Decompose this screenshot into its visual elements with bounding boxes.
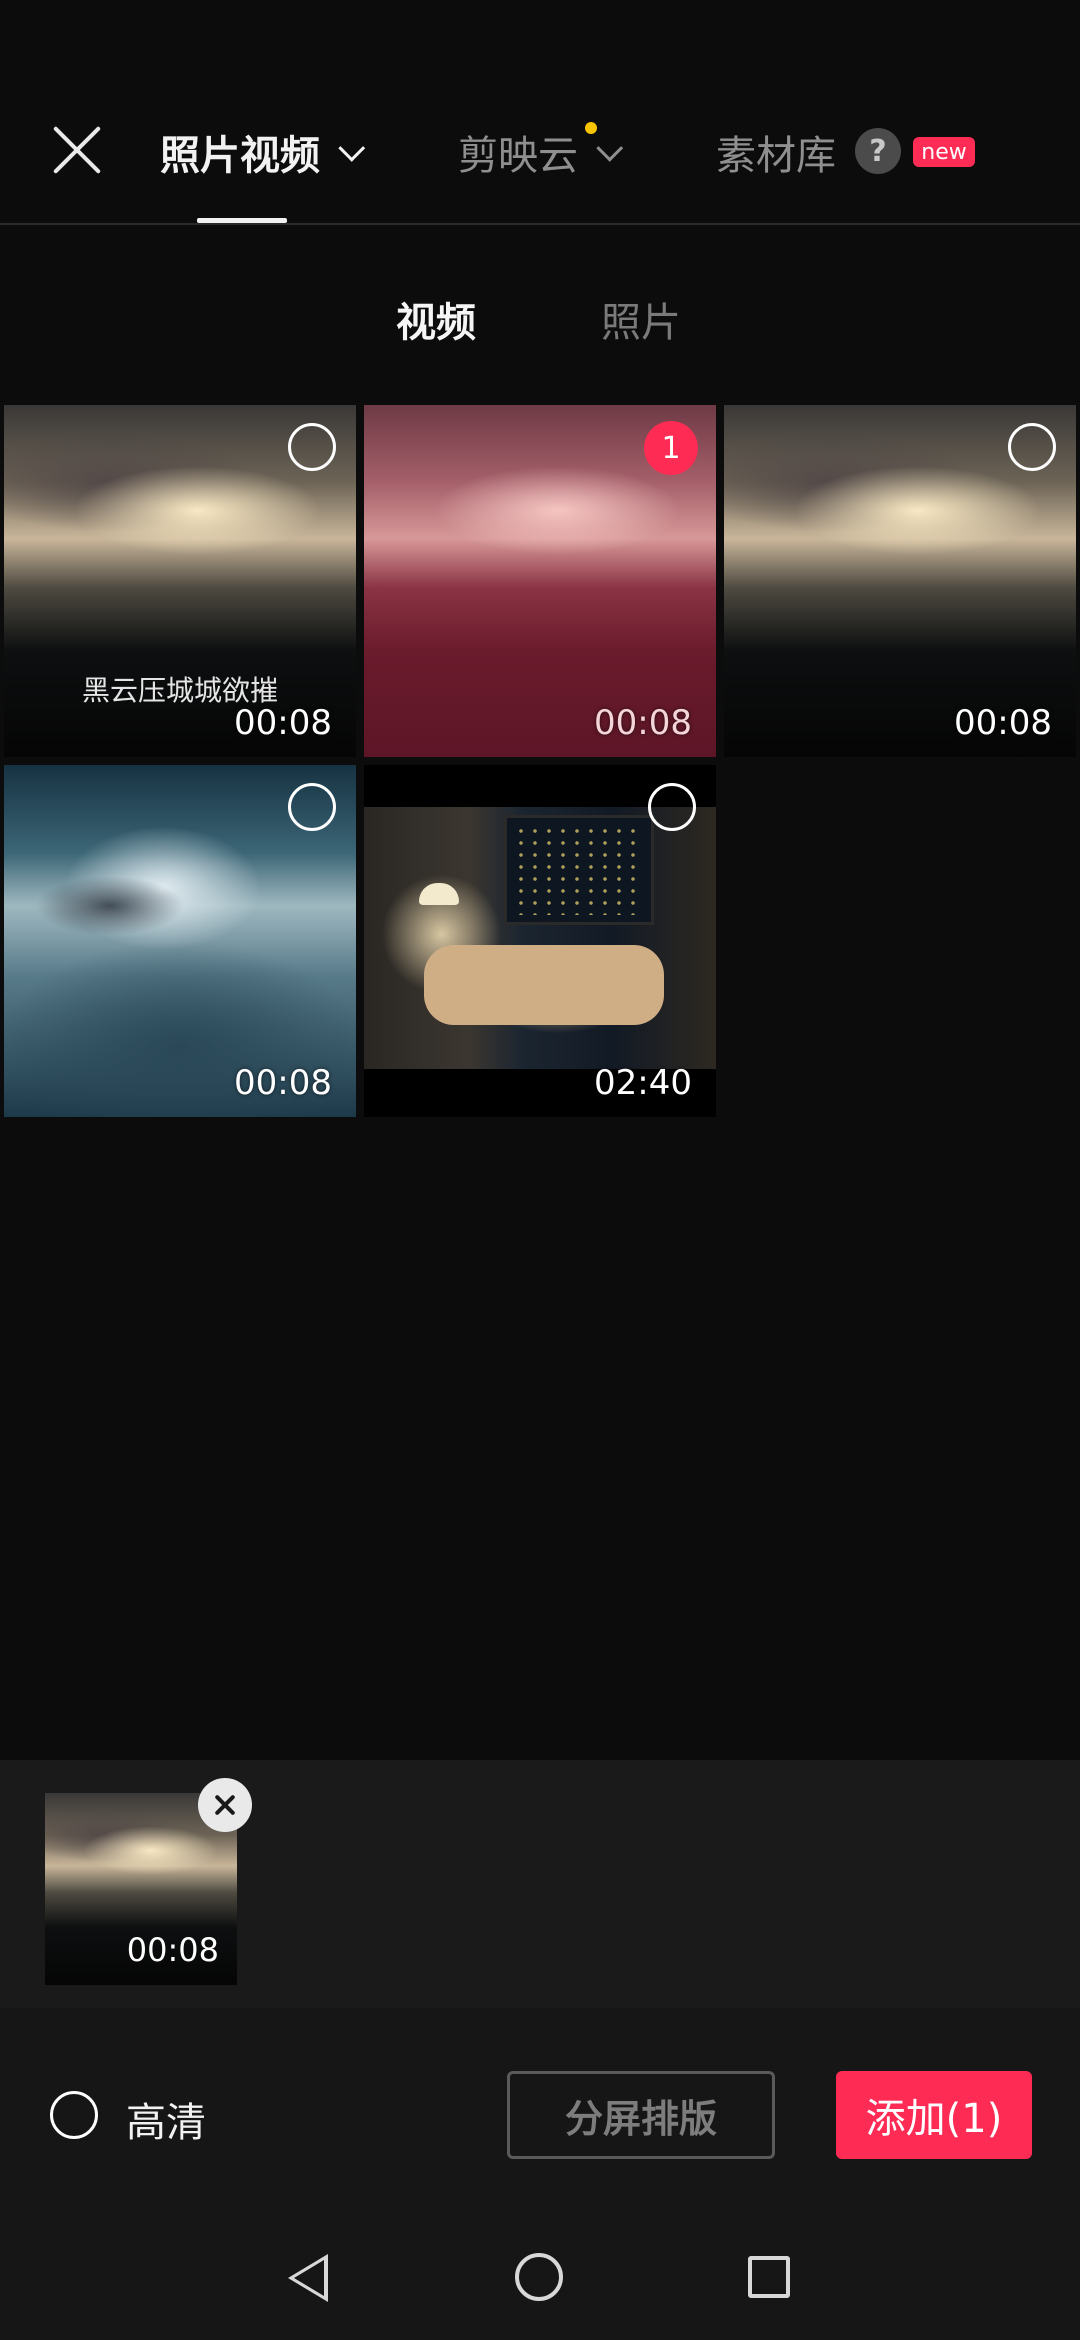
- new-badge: new: [913, 137, 975, 167]
- duration-label: 00:08: [954, 703, 1052, 743]
- tab-label: 素材库: [716, 133, 836, 179]
- select-circle-icon[interactable]: [648, 783, 696, 831]
- room-window-image: [504, 815, 654, 925]
- hd-label[interactable]: 高清: [126, 2090, 206, 2148]
- recents-icon[interactable]: [748, 2256, 790, 2298]
- notification-dot: [585, 122, 597, 134]
- tab-label: 照片视频: [160, 133, 320, 179]
- select-circle-icon[interactable]: [288, 423, 336, 471]
- media-tile[interactable]: 00:08: [724, 405, 1076, 757]
- back-icon[interactable]: [288, 2254, 328, 2302]
- media-tile-selected[interactable]: 1 00:08: [364, 405, 716, 757]
- select-circle-icon[interactable]: [1008, 423, 1056, 471]
- media-tile[interactable]: 02:40: [364, 765, 716, 1117]
- top-bar: [0, 0, 1080, 224]
- subtab-video[interactable]: 视频: [396, 290, 476, 348]
- media-tile[interactable]: 黑云压城城欲摧 00:08: [4, 405, 356, 757]
- remove-icon[interactable]: [198, 1778, 252, 1832]
- media-tile[interactable]: 00:08: [4, 765, 356, 1117]
- duration-label: 02:40: [594, 1063, 692, 1103]
- selection-number-badge[interactable]: 1: [644, 421, 698, 475]
- home-icon[interactable]: [515, 2253, 563, 2301]
- select-circle-icon[interactable]: [288, 783, 336, 831]
- help-icon[interactable]: ?: [855, 128, 901, 174]
- subtab-photo[interactable]: 照片: [601, 290, 681, 348]
- hd-radio[interactable]: [50, 2091, 98, 2139]
- sofa-image: [424, 945, 664, 1025]
- duration-label: 00:08: [594, 703, 692, 743]
- tab-photo-video[interactable]: 照片视频: [160, 122, 366, 182]
- lamp-image: [419, 883, 459, 905]
- close-icon[interactable]: [48, 122, 104, 178]
- tab-label: 剪映云: [458, 133, 578, 179]
- split-screen-button[interactable]: 分屏排版: [507, 2071, 775, 2159]
- add-button[interactable]: 添加(1): [836, 2071, 1032, 2159]
- duration-label: 00:08: [126, 1931, 219, 1969]
- duration-label: 00:08: [234, 1063, 332, 1103]
- duration-label: 00:08: [234, 703, 332, 743]
- tab-material-library[interactable]: 素材库: [716, 122, 836, 182]
- header-divider: [0, 223, 1080, 225]
